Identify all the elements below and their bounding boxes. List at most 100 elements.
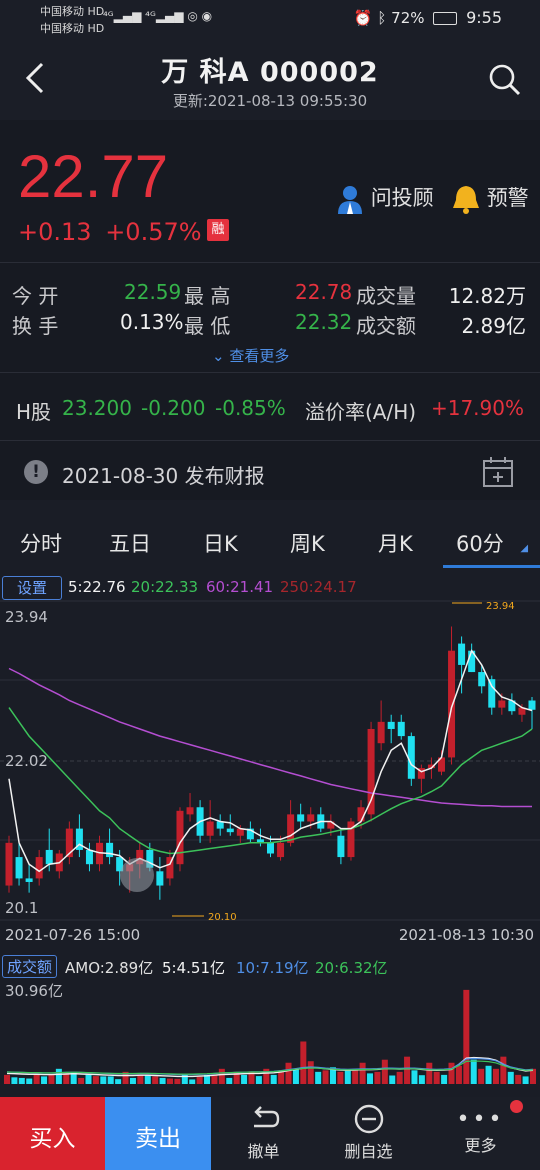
candle-body [337,835,345,858]
tab-60min-label: 60分 [456,532,504,556]
volume-bar [352,1068,359,1084]
candle-body [307,814,315,822]
volume-bar [307,1061,314,1084]
bell-icon [453,186,479,214]
volume-bar [270,1074,277,1084]
divider [0,372,540,373]
volume-bar [292,1068,299,1084]
margin-badge: 融 [207,219,229,241]
tab-60min[interactable]: 60分 ◢ [456,528,528,558]
high-label: 最 高 [184,284,231,308]
tab-weekly-k[interactable]: 周K [290,528,325,558]
floating-tool-icon[interactable] [120,858,154,892]
update-time: 更新:2021-08-13 09:55:30 [172,92,368,110]
signal-icon: ⁴ᴳ▂▄▆ ⁴ᴳ▂▄▆ ◎ ◉ [103,9,213,23]
volume-bar [41,1076,48,1084]
change-value: +0.13 [18,218,92,246]
high-value: 22.78 [295,280,353,304]
volume-bar [226,1077,233,1084]
volume-bar [129,1077,136,1084]
volume-chart[interactable] [0,950,540,1086]
report-notice: 2021-08-30 发布财报 [62,464,265,488]
h-share-change: -0.200 [141,396,206,420]
candle-body [458,643,466,665]
volume-bar [255,1076,262,1084]
advisor-label: 问投顾 [370,186,434,210]
volume-bar [441,1074,448,1084]
cancel-label: 撤单 [247,1142,280,1161]
candle-body [397,721,405,737]
volume-bar [218,1068,225,1084]
settings-button[interactable]: 设置 [2,576,62,600]
volume-bar [455,1065,462,1084]
status-right: ⏰ ᛒ 72% 9:55 [354,8,502,27]
tab-monthly-k[interactable]: 月K [378,528,413,558]
cancel-order-button[interactable]: 撤单 [211,1097,316,1170]
volume-bar [433,1071,440,1084]
volume-bar [492,1068,499,1084]
volume-bar [137,1074,144,1084]
show-more-link[interactable]: ⌄ 查看更多 [212,345,289,366]
carrier-label: 中国移动 HD [40,5,105,18]
ma60-value: 60:21.41 [206,578,274,596]
premium-label: 溢价率(A/H) [305,400,417,424]
candle-body [206,821,214,836]
advisor-icon [338,186,362,214]
volume-bar [144,1074,151,1084]
volume-bar [278,1071,285,1084]
turnover-value: 0.13% [120,310,184,334]
volume-bar [100,1076,107,1084]
volume-bar [92,1076,99,1084]
bluetooth-icon: ᛒ [377,9,387,27]
tab-fenshi[interactable]: 分时 [20,528,62,558]
search-icon[interactable] [488,63,522,97]
change-percent: +0.57% [105,218,202,246]
caret-icon: ◢ [520,543,529,554]
candle-body [498,700,506,708]
candlestick-chart[interactable]: 23.94 22.02 20.1 23.94 20.10 [0,600,540,922]
volume-bar [500,1056,507,1084]
tab-daily-k[interactable]: 日K [203,528,238,558]
buy-button[interactable]: 买入 [0,1097,105,1170]
volume-bar [115,1079,122,1084]
alarm-icon: ⏰ [353,9,373,27]
volume-bar [418,1075,425,1084]
alert-button[interactable]: 预警 [452,182,529,214]
candle-body [387,721,395,729]
volume-bar [33,1074,40,1084]
volume-bar [78,1077,85,1084]
divider [0,440,540,441]
volume-bar [26,1078,33,1084]
candle-body [106,842,114,858]
clock: 9:55 [466,8,502,27]
amount-label: 成交额 [356,314,416,338]
more-button[interactable]: ••• 更多 [421,1097,540,1170]
ma20-value: 20:22.33 [131,578,199,596]
volume-bar [159,1077,166,1084]
price-change: +0.13 +0.57% [18,218,202,246]
low-value: 22.32 [295,310,353,334]
remove-watchlist-button[interactable]: 删自选 [316,1097,421,1170]
h-share-label: H股 [16,400,52,424]
turnover-label: 换 手 [12,314,59,338]
volume-bar [174,1078,181,1084]
volume-bar [374,1071,381,1084]
premium-value: +17.90% [430,396,524,420]
candle-body [277,842,285,858]
more-dots-icon: ••• [456,1107,505,1132]
volume-bar [507,1071,514,1084]
candle-body [448,650,456,758]
amount-value: 2.89亿 [461,314,526,338]
chevron-down-icon: ⌄ [212,347,225,365]
volume-bar [485,1065,492,1084]
sell-button[interactable]: 卖出 [105,1097,211,1170]
candle-body [478,672,486,687]
tab-five-day[interactable]: 五日 [109,528,151,558]
y-tick-low: 20.1 [5,899,38,917]
calendar-icon[interactable] [482,456,514,488]
info-icon: ! [24,460,48,484]
undo-icon [253,1106,279,1128]
alert-label: 预警 [486,186,529,210]
volume-bar [211,1075,218,1084]
advisor-button[interactable]: 问投顾 [336,182,434,214]
